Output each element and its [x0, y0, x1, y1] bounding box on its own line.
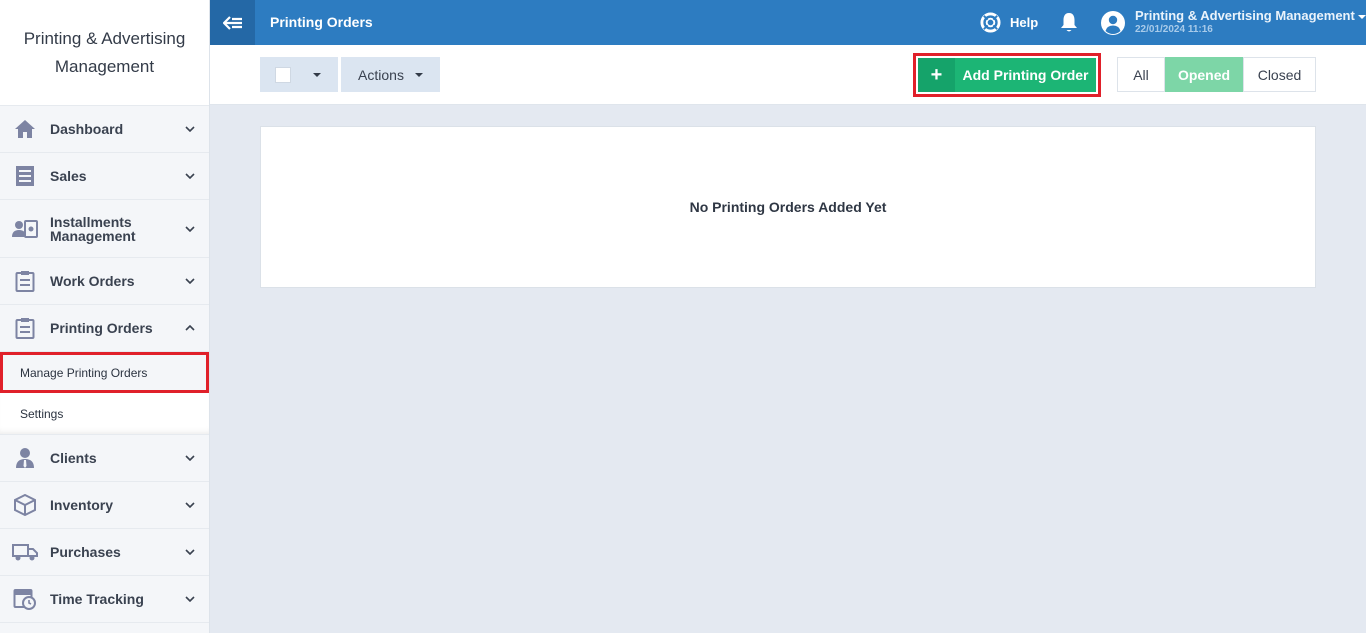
clipboard-icon: [12, 268, 38, 294]
sidebar-item-inventory[interactable]: Inventory: [0, 482, 209, 529]
chevron-down-icon: [185, 453, 195, 463]
help-button[interactable]: Help: [980, 12, 1038, 33]
sidebar-item-label: Clients: [50, 450, 97, 466]
sidebar-item-printing-orders[interactable]: Printing Orders: [0, 305, 209, 352]
chevron-down-icon: [185, 547, 195, 557]
bell-icon: [1061, 13, 1077, 32]
plus-icon: +: [918, 58, 955, 92]
caret-down-icon: [313, 72, 321, 77]
page-title: Printing Orders: [270, 14, 373, 30]
sidebar-item-work-orders[interactable]: Work Orders: [0, 258, 209, 305]
truck-icon: [12, 539, 38, 565]
user-date: 22/01/2024 11:16: [1135, 24, 1213, 35]
back-arrow-icon: [222, 15, 242, 30]
caret-down-icon: [414, 72, 423, 77]
brand-title: Printing & Advertising Management: [0, 0, 209, 106]
select-all-checkbox[interactable]: [275, 66, 291, 83]
add-button-highlight: + Add Printing Order: [913, 53, 1101, 97]
installments-icon: [12, 216, 38, 242]
filter-all[interactable]: All: [1117, 57, 1165, 92]
empty-state-message: No Printing Orders Added Yet: [689, 199, 887, 215]
toolbar: Actions + Add Printing Order All Opened …: [210, 45, 1366, 105]
sidebar-item-label: Inventory: [50, 497, 114, 513]
chevron-down-icon: [185, 171, 195, 181]
calendar-clock-icon: [12, 586, 38, 612]
status-filter-group: All Opened Closed: [1117, 57, 1316, 92]
caret-down-icon: [1357, 14, 1366, 19]
lifebuoy-icon: [980, 12, 1001, 33]
help-label: Help: [1010, 15, 1039, 30]
sidebar-item-label: Sales: [50, 168, 87, 184]
actions-dropdown[interactable]: Actions: [341, 57, 440, 92]
box-icon: [12, 492, 38, 518]
notifications-button[interactable]: [1060, 12, 1078, 38]
filter-opened[interactable]: Opened: [1165, 57, 1243, 92]
sidebar-item-label: Installments Management: [50, 213, 136, 244]
actions-label: Actions: [358, 66, 404, 83]
sidebar-item-label: Printing Orders: [50, 320, 153, 336]
chevron-down-icon: [185, 124, 195, 134]
sidebar-item-label: Work Orders: [50, 273, 135, 289]
empty-state-card: No Printing Orders Added Yet: [260, 126, 1316, 288]
topbar: Printing Orders Help Printing & Advertis…: [210, 0, 1366, 45]
sidebar-item-dashboard[interactable]: Dashboard: [0, 106, 209, 153]
sidebar-item-time-tracking[interactable]: Time Tracking: [0, 576, 209, 623]
sidebar-subitem-settings[interactable]: Settings: [0, 393, 209, 434]
chevron-up-icon: [185, 323, 195, 333]
clipboard-icon: [12, 315, 38, 341]
collapse-sidebar-button[interactable]: [210, 0, 255, 45]
sidebar-item-label: Dashboard: [50, 121, 124, 137]
user-name: Printing & Advertising Management: [1135, 8, 1355, 23]
chevron-down-icon: [185, 500, 195, 510]
filter-closed[interactable]: Closed: [1243, 57, 1316, 92]
sidebar-item-label: Purchases: [50, 544, 121, 560]
chevron-down-icon: [185, 276, 195, 286]
home-icon: [12, 116, 38, 142]
bulk-select-dropdown[interactable]: [260, 57, 338, 92]
client-icon: [12, 445, 38, 471]
add-printing-order-label: Add Printing Order: [955, 58, 1096, 92]
sidebar: Printing & Advertising Management Dashbo…: [0, 0, 210, 633]
user-menu[interactable]: Printing & Advertising Management 22/01/…: [1100, 8, 1366, 37]
sidebar-item-installments-management[interactable]: Installments Management: [0, 200, 209, 258]
chevron-down-icon: [185, 224, 195, 234]
sidebar-item-label: Time Tracking: [50, 591, 144, 607]
sidebar-item-sales[interactable]: Sales: [0, 153, 209, 200]
add-printing-order-button[interactable]: + Add Printing Order: [918, 58, 1096, 92]
user-avatar-icon: [1101, 10, 1125, 35]
receipt-icon: [12, 163, 38, 189]
sidebar-subitem-manage-printing-orders[interactable]: Manage Printing Orders: [0, 352, 209, 393]
sidebar-item-clients[interactable]: Clients: [0, 435, 209, 482]
printing-orders-submenu: Manage Printing Orders Settings: [0, 352, 209, 435]
sidebar-item-purchases[interactable]: Purchases: [0, 529, 209, 576]
chevron-down-icon: [185, 594, 195, 604]
